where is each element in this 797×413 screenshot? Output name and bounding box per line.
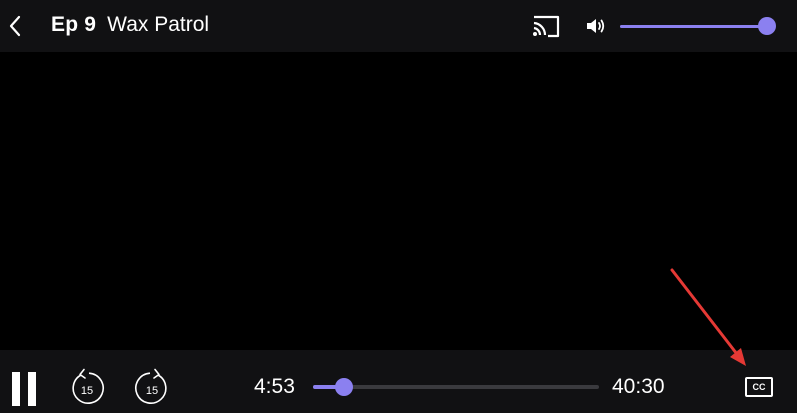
volume-fill [620, 25, 767, 28]
closed-captions-button[interactable]: CC [745, 377, 773, 397]
forward-15-icon: 15 [135, 368, 167, 404]
volume-button[interactable] [585, 15, 607, 37]
seek-track [313, 385, 599, 389]
skip-forward-label: 15 [146, 385, 158, 397]
top-bar: Ep 9 Wax Patrol [0, 0, 797, 52]
video-display[interactable] [0, 52, 797, 350]
cast-icon [533, 15, 560, 38]
pause-button[interactable] [10, 372, 38, 406]
volume-slider[interactable] [620, 16, 780, 36]
current-time: 4:53 [254, 375, 295, 398]
volume-icon [587, 19, 605, 33]
volume-thumb[interactable] [758, 17, 776, 35]
chevron-left-icon [9, 15, 21, 37]
episode-name: Wax Patrol [107, 13, 210, 36]
episode-number: Ep 9 [51, 13, 97, 36]
bottom-control-bar: 15 15 4:53 40:30 CC [0, 350, 797, 413]
episode-title: Ep 9 Wax Patrol [51, 13, 209, 37]
back-button[interactable] [4, 10, 28, 42]
cast-button[interactable] [530, 12, 562, 40]
rewind-15-icon: 15 [72, 368, 104, 404]
skip-back-button[interactable]: 15 [67, 368, 107, 408]
seek-bar[interactable] [313, 376, 599, 398]
skip-back-label: 15 [81, 385, 93, 397]
total-duration: 40:30 [612, 375, 665, 398]
seek-thumb[interactable] [335, 378, 354, 396]
skip-forward-button[interactable]: 15 [132, 368, 172, 408]
cc-icon: CC [752, 382, 766, 392]
pause-icon [10, 372, 38, 406]
